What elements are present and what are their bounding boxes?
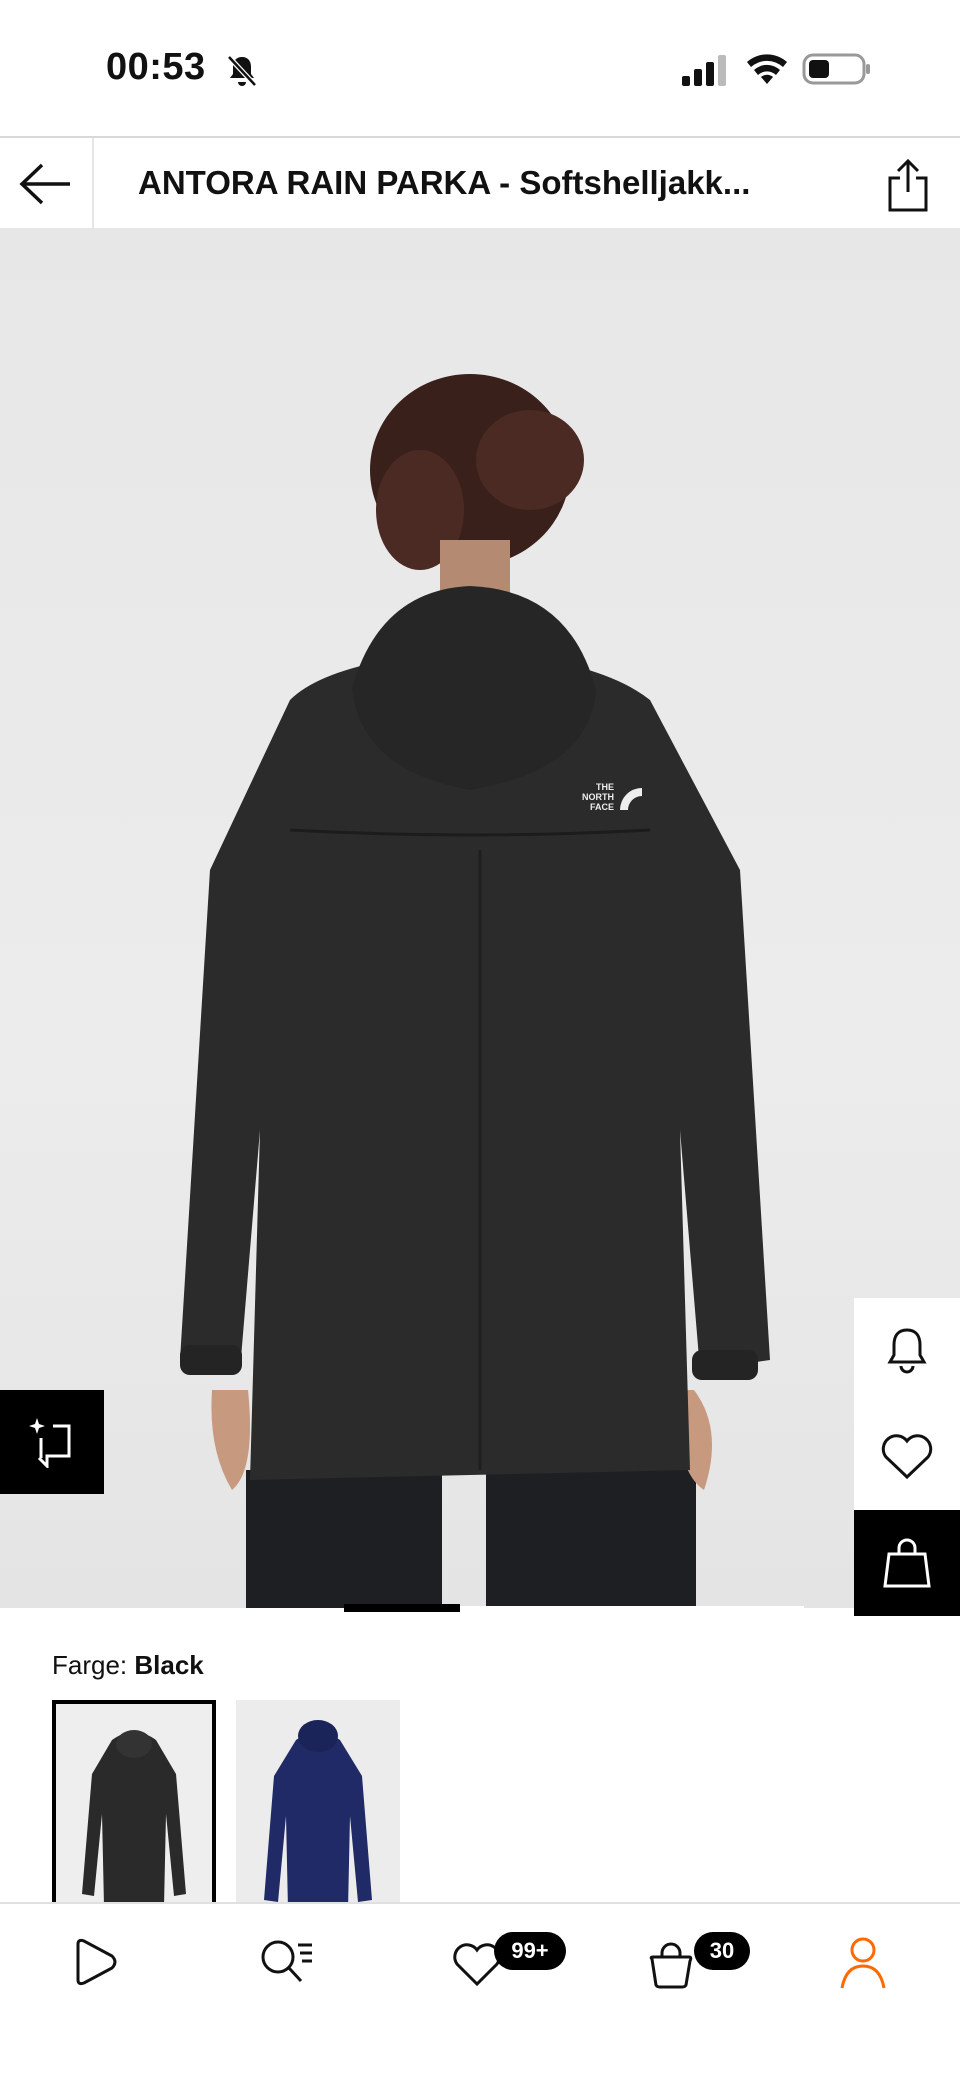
carousel-track [460,1606,804,1612]
black-jacket-thumbnail [56,1704,212,1906]
share-icon [888,158,928,212]
side-actions [854,1298,960,1616]
product-photo: THE NORTH FACE [180,374,770,1608]
cellular-signal-icon [682,55,726,86]
shopping-bag-icon [883,1538,931,1588]
wishlist-button[interactable] [854,1404,960,1510]
arrow-left-icon [19,163,70,205]
try-on-button[interactable] [0,1390,104,1494]
page-title: ANTORA RAIN PARKA - Softshelljakk... [138,164,751,201]
color-value: Black [134,1650,204,1680]
svg-text:NORTH: NORTH [582,792,614,802]
carousel-indicator [344,1604,460,1612]
color-swatch-navy[interactable] [236,1700,400,1910]
color-swatch-black[interactable] [52,1700,216,1910]
wishlist-badge: 99+ [494,1932,566,1970]
navy-jacket-thumbnail [236,1700,400,1910]
sparkle-crop-icon [29,1418,71,1468]
bell-icon [887,1328,927,1374]
nav-profile[interactable] [838,1932,888,1992]
notify-button[interactable] [854,1298,960,1404]
bag-badge: 30 [694,1932,750,1970]
add-to-bag-button[interactable] [854,1510,960,1616]
shopping-bag-icon [649,1942,693,1989]
play-icon [76,1938,117,1986]
product-header: ANTORA RAIN PARKA - Softshelljakk... [0,136,960,230]
nav-wishlist[interactable]: 99+ [452,1932,566,1992]
svg-text:THE: THE [596,782,614,792]
svg-text:FACE: FACE [590,802,614,812]
nav-play[interactable] [70,1932,120,1992]
color-label: Farge: [52,1650,128,1680]
wifi-icon [747,54,787,84]
nav-search[interactable] [258,1932,316,1992]
person-icon [840,1937,886,1989]
search-list-icon [261,1940,312,1983]
bell-off-icon [227,55,257,87]
color-line: Farge: Black [52,1650,204,1681]
battery-icon [802,53,870,85]
product-image[interactable]: THE NORTH FACE [0,230,960,1608]
share-button[interactable] [880,156,936,214]
heart-icon [881,1434,933,1480]
nav-bag[interactable]: 30 [646,1932,750,1992]
status-bar: 00:53 [0,0,960,136]
back-button[interactable] [0,138,94,230]
bottom-nav: 99+ 30 [0,1902,960,2086]
status-time: 00:53 [106,46,206,88]
